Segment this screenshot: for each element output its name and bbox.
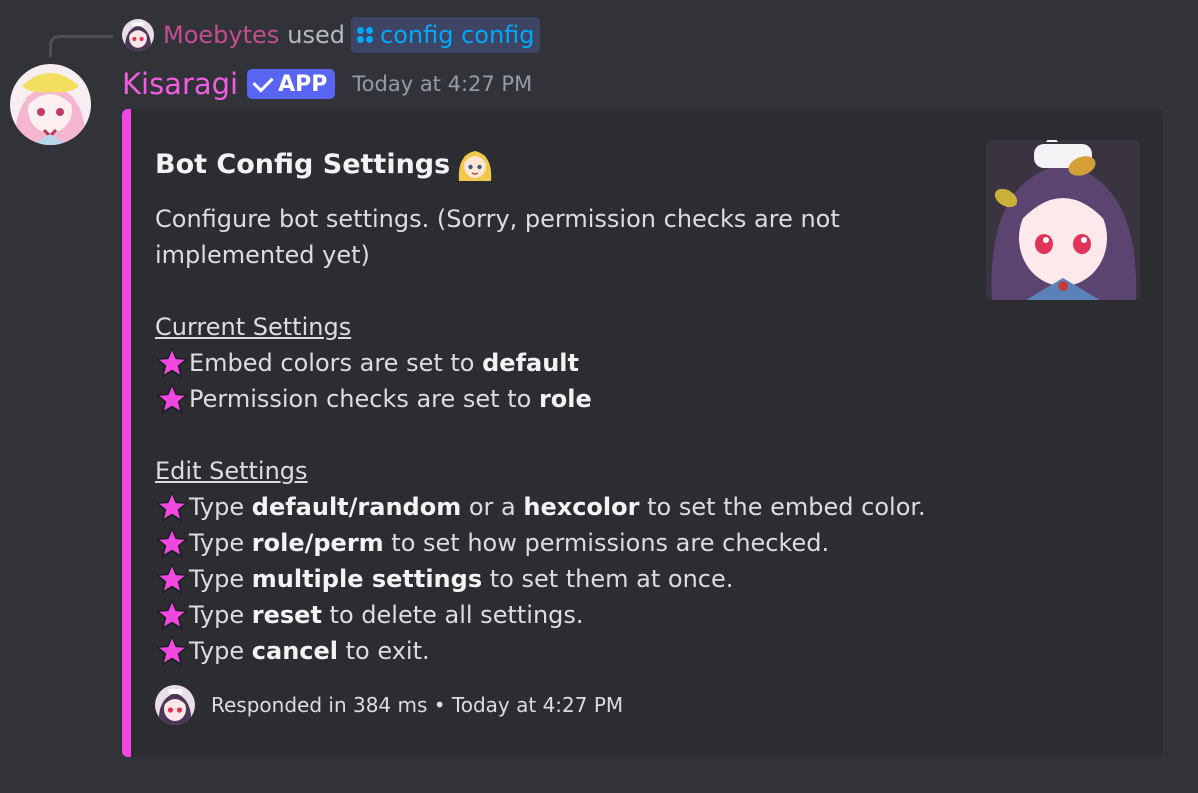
reply-context[interactable]: Moebytes used config config <box>122 17 540 53</box>
list-item: Type multiple settings to set them at on… <box>155 561 855 597</box>
command-mention[interactable]: config config <box>351 17 540 53</box>
edit-settings-heading: Edit Settings <box>155 457 308 485</box>
message-timestamp[interactable]: Today at 4:27 PM <box>352 72 532 96</box>
embed-intro: Configure bot settings. (Sorry, permissi… <box>155 205 840 269</box>
list-item: Type reset to delete all settings. <box>155 597 855 633</box>
author-name[interactable]: Kisaragi <box>122 67 238 101</box>
star-icon <box>155 490 189 524</box>
star-icon <box>155 382 189 416</box>
list-item: Permission checks are set to role <box>155 381 855 417</box>
star-icon <box>155 634 189 668</box>
list-item: Type cancel to exit. <box>155 633 855 669</box>
list-item: Type role/perm to set how permissions ar… <box>155 525 855 561</box>
embed-description: Configure bot settings. (Sorry, permissi… <box>155 201 926 669</box>
message-header: Kisaragi APP Today at 4:27 PM <box>122 64 532 104</box>
embed-footer: Responded in 384 ms • Today at 4:27 PM <box>155 685 623 725</box>
reply-connector <box>49 35 113 57</box>
slash-command-icon <box>356 26 374 44</box>
star-icon <box>155 346 189 380</box>
command-name: config config <box>380 21 535 49</box>
star-icon <box>155 598 189 632</box>
checkmark-icon <box>252 71 274 93</box>
message-view: Moebytes used config config Kisaragi APP… <box>0 0 1198 793</box>
bot-avatar[interactable] <box>10 64 91 145</box>
list-item: Embed colors are set to default <box>155 345 855 381</box>
app-badge: APP <box>247 69 336 99</box>
reply-username[interactable]: Moebytes <box>163 21 279 49</box>
star-icon <box>155 562 189 596</box>
embed-title-text: Bot Config Settings <box>155 148 451 180</box>
reply-user-avatar[interactable] <box>122 19 154 51</box>
star-icon <box>155 526 189 560</box>
footer-avatar <box>155 685 195 725</box>
reply-used-label: used <box>287 21 345 49</box>
anime-girl-emoji-icon <box>459 151 492 181</box>
list-item: Type default/random or a hexcolor to set… <box>155 489 926 525</box>
embed-card: Bot Config Settings Configure bot settin… <box>122 109 1163 757</box>
app-badge-label: APP <box>278 71 328 97</box>
embed-thumbnail[interactable] <box>986 140 1140 300</box>
footer-text: Responded in 384 ms • Today at 4:27 PM <box>211 693 624 717</box>
embed-title: Bot Config Settings <box>155 145 494 183</box>
current-settings-heading: Current Settings <box>155 313 352 341</box>
